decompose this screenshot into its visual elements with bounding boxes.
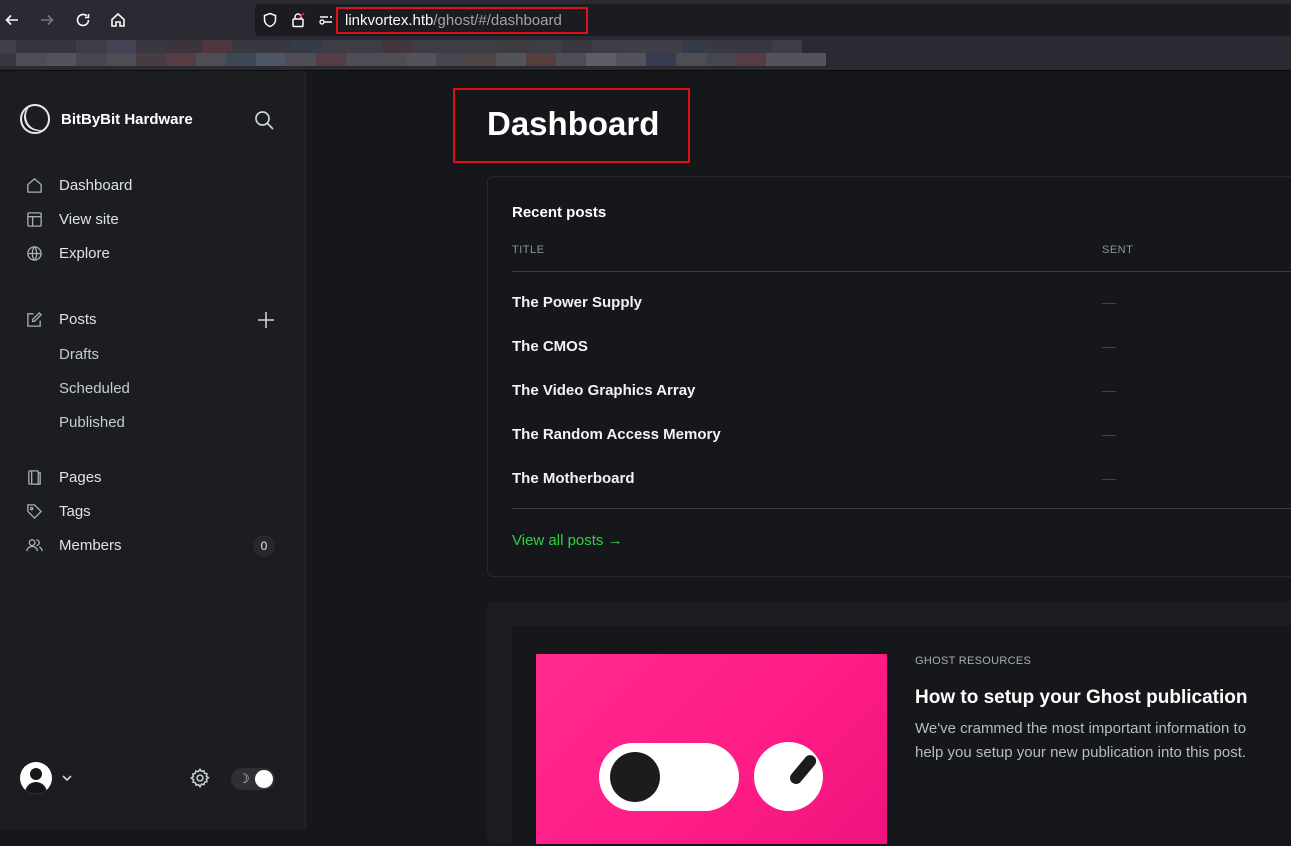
sent-placeholder — [1102, 391, 1116, 392]
sidebar-item-drafts[interactable]: Drafts — [59, 346, 99, 363]
search-icon[interactable] — [254, 110, 274, 130]
sidebar-item-pages[interactable]: Pages — [25, 465, 280, 489]
divider — [512, 508, 1291, 509]
gear-icon[interactable] — [189, 767, 211, 789]
table-row[interactable]: The Random Access Memory — [512, 426, 1291, 450]
page-icon — [25, 468, 43, 486]
blurred-bookmarks-row-2 — [0, 53, 826, 66]
sent-placeholder — [1102, 347, 1116, 348]
main-content: Dashboard Recent posts TITLE SENT The Po… — [307, 71, 1291, 846]
avatar[interactable] — [20, 762, 52, 794]
sent-placeholder — [1102, 435, 1116, 436]
table-row[interactable]: The Video Graphics Array — [512, 382, 1291, 406]
brand-name: BitByBit Hardware — [61, 110, 193, 128]
permissions-icon[interactable] — [318, 12, 334, 28]
resources-label: GHOST RESOURCES — [915, 655, 1032, 667]
sidebar-item-label: Explore — [59, 244, 110, 262]
sidebar-item-label: View site — [59, 210, 119, 228]
sidebar-item-view-site[interactable]: View site — [25, 207, 280, 231]
sidebar-item-published[interactable]: Published — [59, 414, 125, 431]
sidebar-item-label: Posts — [59, 310, 97, 328]
sidebar-item-label: Tags — [59, 502, 91, 520]
url-path: /ghost/#/dashboard — [433, 12, 562, 29]
layout-icon — [25, 210, 43, 228]
reload-icon — [76, 13, 90, 27]
sidebar-item-label: Dashboard — [59, 176, 133, 194]
sidebar-item-dashboard[interactable]: Dashboard — [25, 173, 280, 197]
back-button[interactable] — [2, 10, 22, 30]
column-header-title: TITLE — [512, 244, 545, 256]
arrow-left-icon — [5, 14, 18, 26]
browser-toolbar: linkvortex.htb/ghost/#/dashboard — [0, 0, 1291, 40]
table-row[interactable]: The Motherboard — [512, 470, 1291, 494]
dial-illustration-icon — [754, 742, 823, 811]
post-title[interactable]: The CMOS — [512, 338, 588, 355]
page-title: Dashboard — [453, 88, 690, 163]
globe-icon — [25, 244, 43, 262]
sidebar-item-label: Pages — [59, 468, 102, 486]
sidebar-item-label: Members — [59, 536, 122, 554]
sidebar-item-posts[interactable]: Posts — [25, 307, 280, 331]
brand-logo-icon — [20, 104, 50, 134]
home-icon — [25, 176, 43, 194]
moon-icon: ☽ — [238, 771, 250, 786]
divider — [512, 271, 1291, 272]
post-title[interactable]: The Motherboard — [512, 470, 635, 487]
lock-warning-icon[interactable] — [290, 12, 306, 28]
ghost-resources-card: GHOST RESOURCES How to setup your Ghost … — [487, 602, 1291, 846]
home-icon — [111, 12, 125, 27]
forward-button[interactable] — [37, 10, 57, 30]
post-title[interactable]: The Random Access Memory — [512, 426, 721, 443]
members-icon — [25, 536, 43, 554]
members-count-badge: 0 — [253, 535, 275, 557]
url-text[interactable]: linkvortex.htb/ghost/#/dashboard — [336, 7, 588, 34]
resource-illustration[interactable] — [536, 654, 887, 844]
sidebar-item-scheduled[interactable]: Scheduled — [59, 380, 130, 397]
arrow-right-icon — [41, 14, 54, 26]
sent-placeholder — [1102, 479, 1116, 480]
sidebar: BitByBit Hardware Dashboard View site Ex… — [0, 71, 306, 830]
resource-description: We've crammed the most important informa… — [915, 720, 1247, 761]
tag-icon — [25, 502, 43, 520]
column-header-sent: SENT — [1102, 244, 1134, 256]
sidebar-item-explore[interactable]: Explore — [25, 241, 280, 265]
recent-posts-card: Recent posts TITLE SENT The Power Supply… — [487, 176, 1291, 577]
toggle-knob — [255, 770, 273, 788]
shield-icon[interactable] — [262, 12, 278, 28]
chevron-down-icon[interactable] — [61, 772, 73, 784]
post-title[interactable]: The Video Graphics Array — [512, 382, 695, 399]
reload-button[interactable] — [73, 10, 93, 30]
url-host: linkvortex.htb — [345, 12, 434, 29]
card-title: Recent posts — [512, 204, 607, 221]
theme-toggle[interactable]: ☽ — [231, 768, 275, 790]
sidebar-item-members[interactable]: Members — [25, 533, 280, 557]
edit-icon — [25, 310, 43, 328]
bookmarks-toolbar — [0, 40, 1291, 71]
view-all-posts-link[interactable]: View all posts → — [512, 532, 623, 549]
plus-icon[interactable] — [256, 310, 276, 330]
toggle-illustration-icon — [599, 743, 739, 811]
brand[interactable]: BitByBit Hardware — [20, 104, 193, 134]
sent-placeholder — [1102, 303, 1116, 304]
table-row[interactable]: The Power Supply — [512, 294, 1291, 318]
blurred-bookmarks-row-1 — [0, 40, 802, 53]
resource-title[interactable]: How to setup your Ghost publication — [915, 687, 1248, 709]
home-button[interactable] — [108, 10, 128, 30]
sidebar-item-tags[interactable]: Tags — [25, 499, 280, 523]
post-title[interactable]: The Power Supply — [512, 294, 642, 311]
table-row[interactable]: The CMOS — [512, 338, 1291, 362]
resource-item[interactable]: GHOST RESOURCES How to setup your Ghost … — [512, 626, 1291, 846]
